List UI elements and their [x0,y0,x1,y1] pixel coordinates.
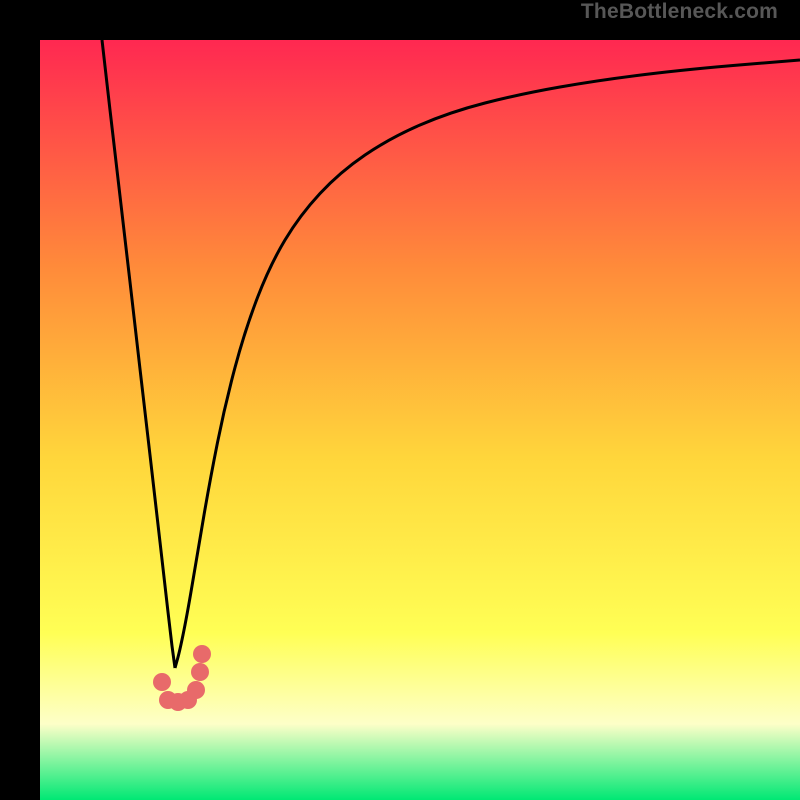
marker-point [191,663,209,681]
marker-point [187,681,205,699]
marker-point [153,673,171,691]
marker-point [193,645,211,663]
chart-frame [20,20,780,780]
bottleneck-chart [40,40,800,800]
